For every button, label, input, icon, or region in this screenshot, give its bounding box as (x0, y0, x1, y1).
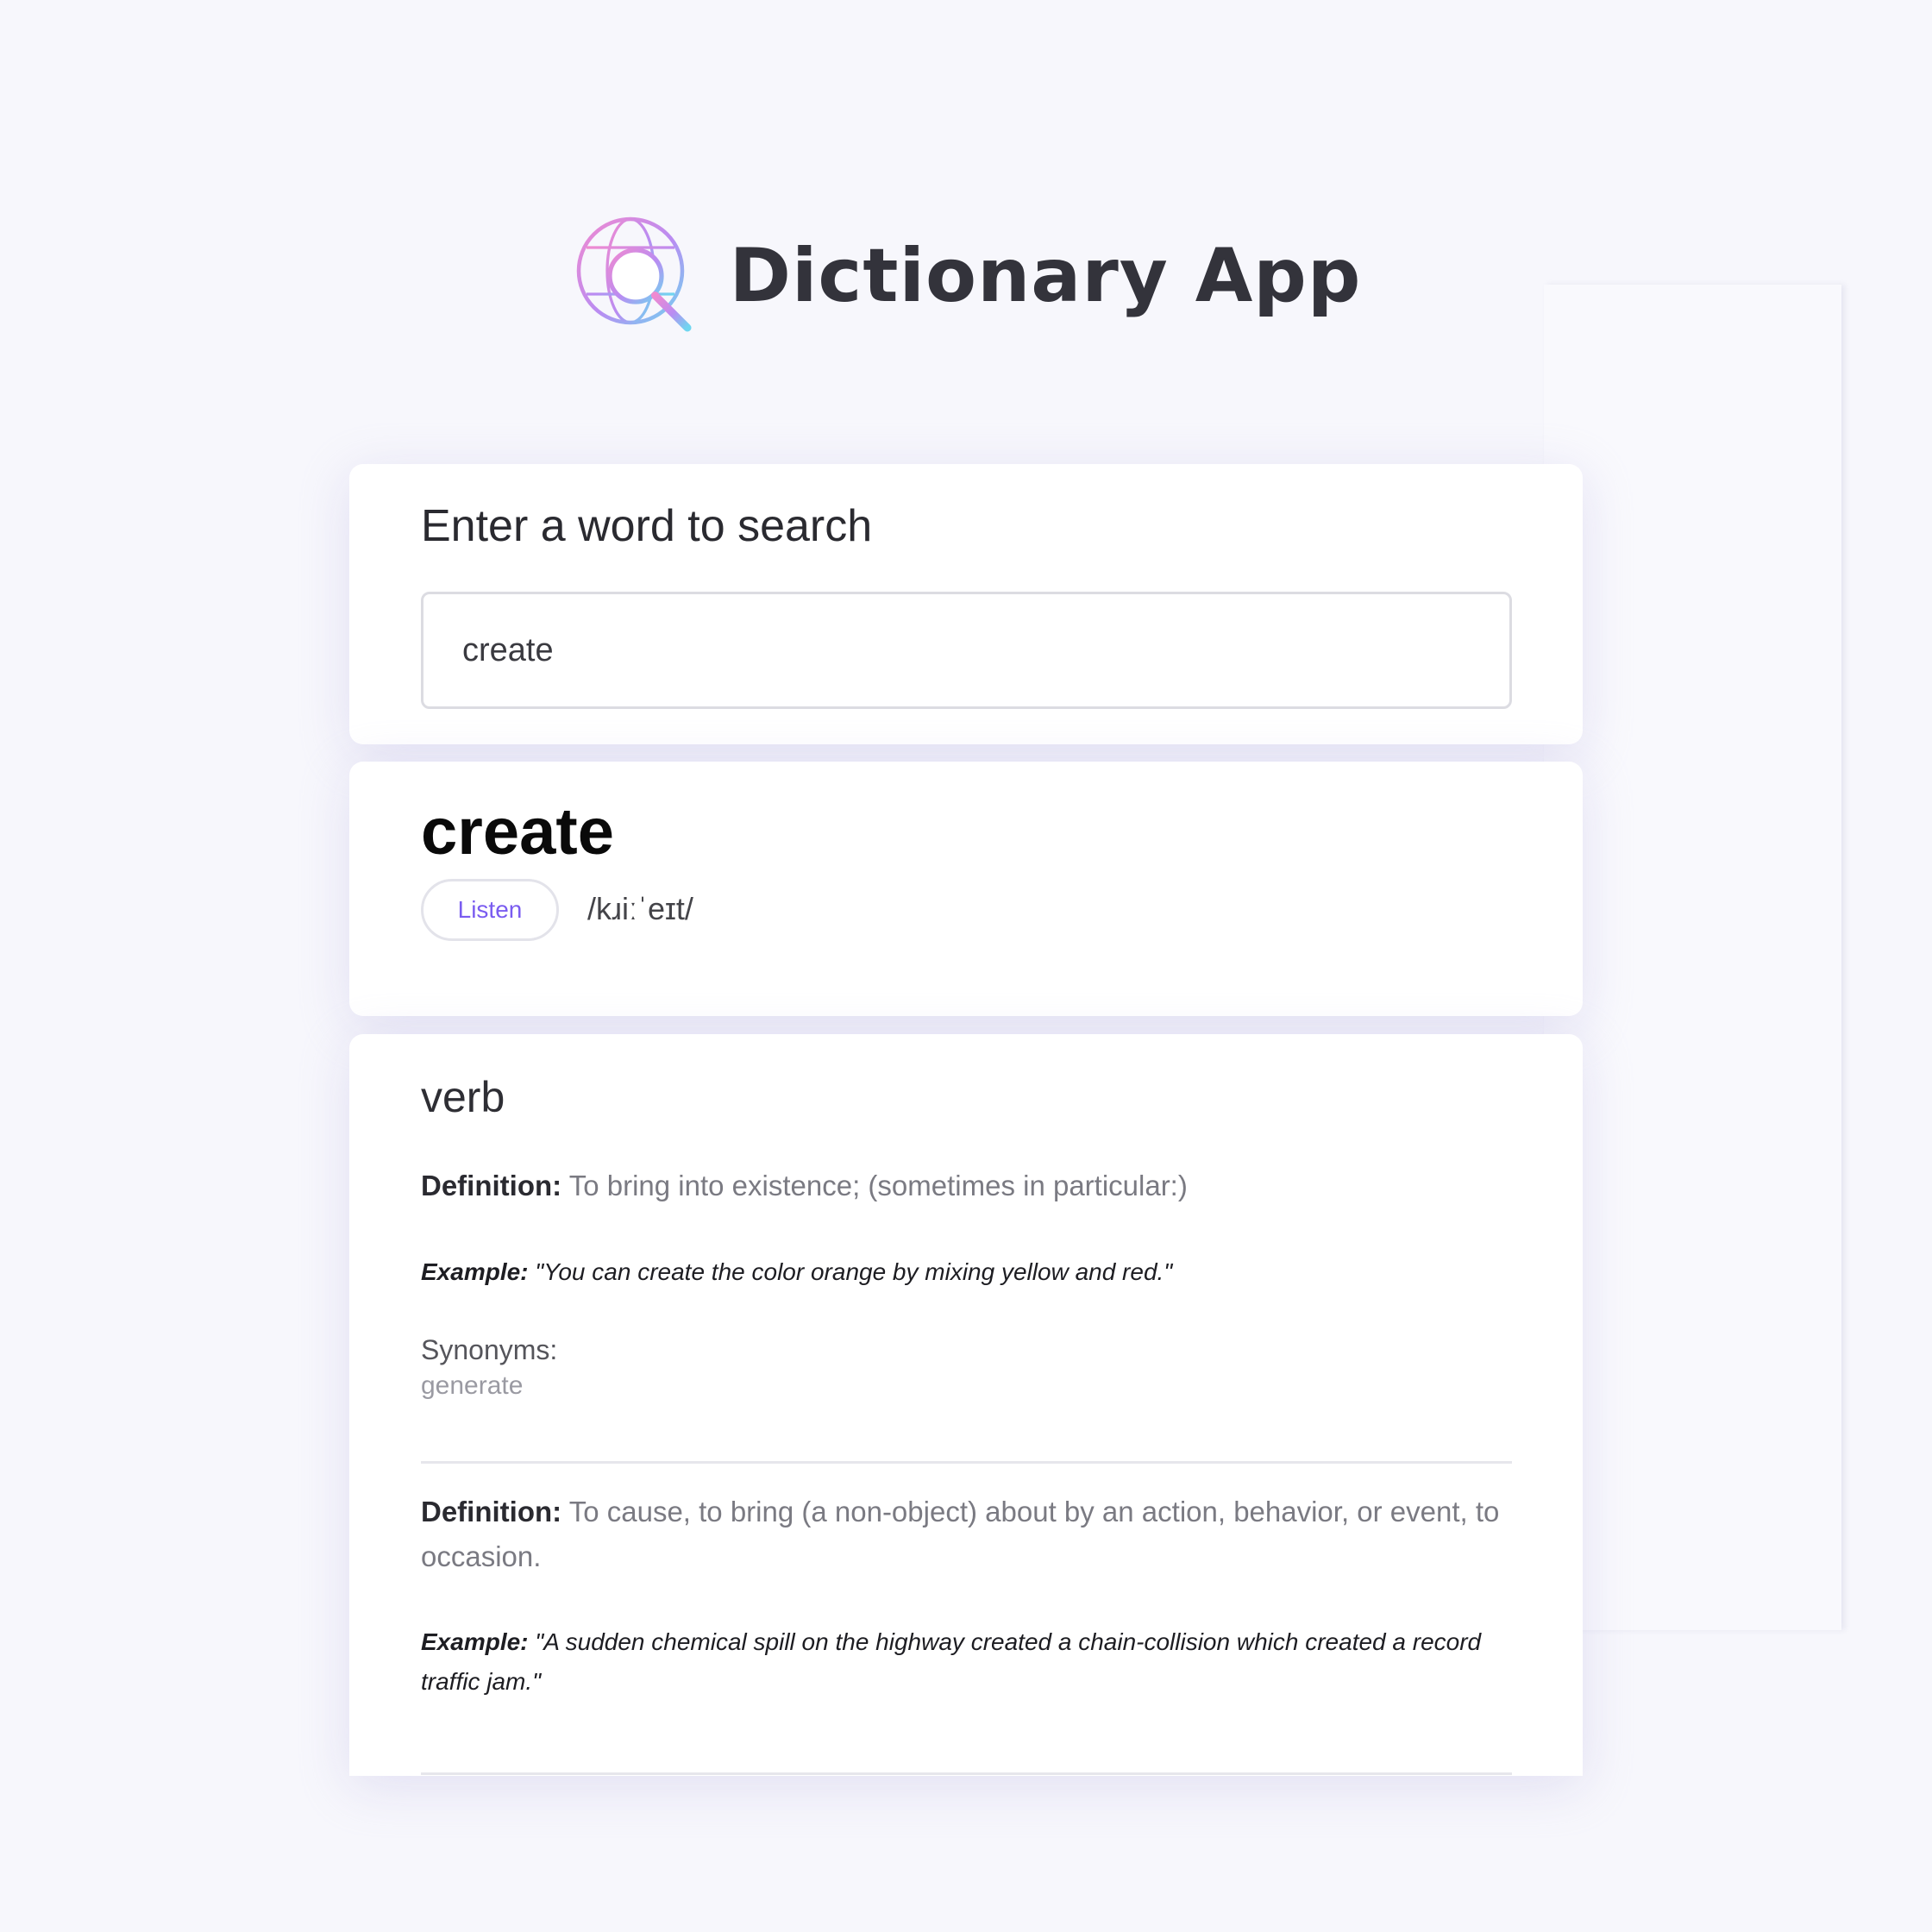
search-card: Enter a word to search (349, 464, 1583, 744)
example-value: "A sudden chemical spill on the highway … (421, 1628, 1482, 1695)
example-text: Example: "You can create the color orang… (421, 1252, 1512, 1292)
definition-item: Definition: To bring into existence; (so… (421, 1164, 1512, 1208)
definition-text: Definition: To bring into existence; (so… (421, 1164, 1512, 1208)
search-input[interactable] (421, 592, 1512, 709)
definition-text: Definition: To cause, to bring (a non-ob… (421, 1490, 1512, 1579)
definition-label: Definition: (421, 1496, 562, 1527)
listen-button[interactable]: Listen (421, 879, 559, 941)
part-of-speech: verb (421, 1073, 505, 1121)
example-item: Example: "You can create the color orang… (421, 1252, 1512, 1292)
definition-value: To bring into existence; (sometimes in p… (568, 1170, 1188, 1201)
divider (421, 1772, 1512, 1775)
definition-item: Definition: To cause, to bring (a non-ob… (421, 1490, 1512, 1579)
synonyms-label: Synonyms: (421, 1334, 558, 1365)
example-label: Example: (421, 1628, 529, 1655)
phonetic-text: /kɹiːˈeɪt/ (587, 891, 693, 926)
synonym-item[interactable]: generate (421, 1371, 1512, 1401)
example-value: "You can create the color orange by mixi… (535, 1258, 1173, 1285)
example-label: Example: (421, 1258, 529, 1285)
app-title: Dictionary App (729, 233, 1362, 319)
divider (421, 1461, 1512, 1464)
page: Dictionary App Enter a word to search cr… (0, 0, 1932, 1932)
app-header: Dictionary App (0, 211, 1932, 341)
search-label: Enter a word to search (421, 501, 873, 551)
synonyms-block: Synonyms: generate (421, 1334, 1512, 1401)
background-panel (1544, 285, 1841, 1630)
example-text: Example: "A sudden chemical spill on the… (421, 1622, 1512, 1702)
meanings-card: verb Definition: To bring into existence… (349, 1034, 1583, 1776)
word-title: create (421, 795, 614, 869)
globe-search-icon (576, 216, 692, 332)
word-card: create Listen /kɹiːˈeɪt/ (349, 762, 1583, 1016)
example-item: Example: "A sudden chemical spill on the… (421, 1622, 1512, 1702)
definition-label: Definition: (421, 1170, 562, 1201)
definition-value: To cause, to bring (a non-object) about … (421, 1496, 1500, 1572)
